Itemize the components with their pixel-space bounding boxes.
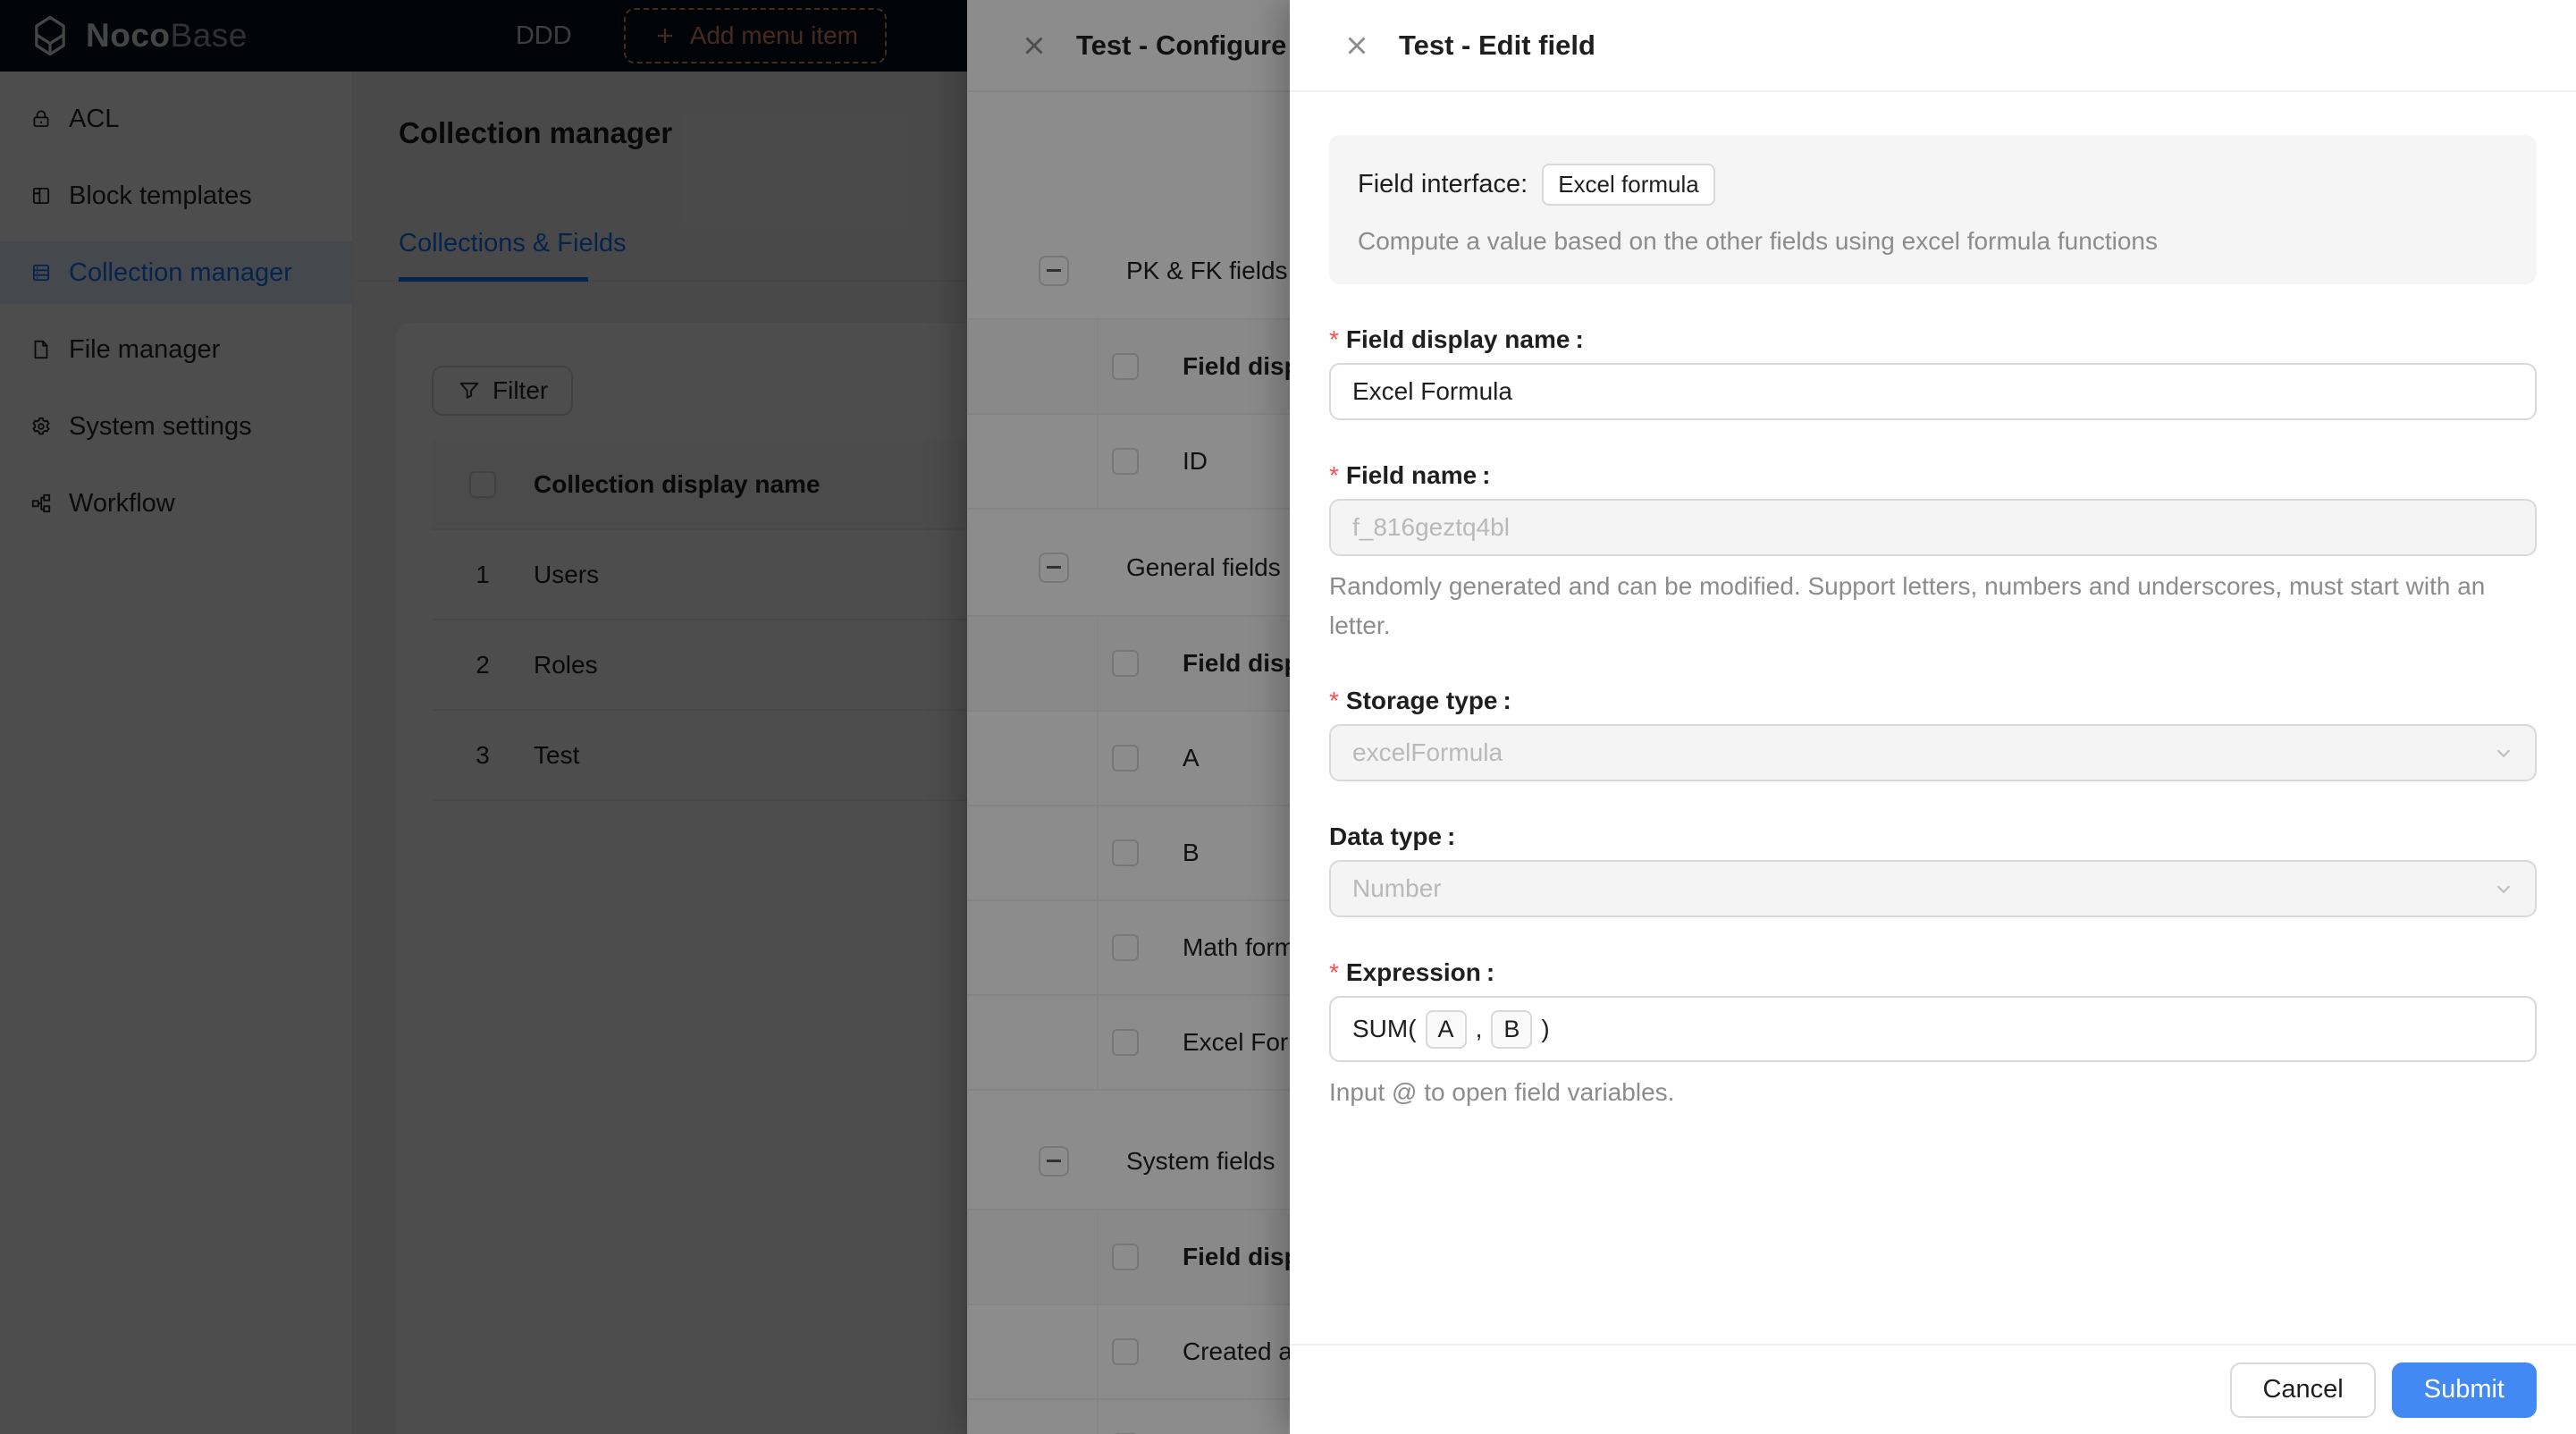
close-icon[interactable] bbox=[1342, 30, 1372, 61]
label-colon: : bbox=[1575, 325, 1583, 354]
field-label-row: *Storage type: bbox=[1329, 687, 2537, 715]
field-display-name-label: Field display name bbox=[1346, 325, 1570, 354]
field-interface-box: Field interface: Excel formula Compute a… bbox=[1329, 135, 2537, 284]
storage-type-label: Storage type bbox=[1346, 687, 1498, 715]
expression-input[interactable]: SUM( A, B) bbox=[1329, 996, 2537, 1062]
label-colon: : bbox=[1447, 822, 1455, 851]
field-label-row: *Field name: bbox=[1329, 461, 2537, 490]
drawer2-title: Test - Edit field bbox=[1399, 30, 1595, 62]
form-item-expression: *Expression: SUM( A, B) Input @ to open fiel… bbox=[1329, 958, 2537, 1112]
field-name-label: Field name bbox=[1346, 461, 1477, 490]
form-item-field-display-name: *Field display name: Excel Formula bbox=[1329, 325, 2537, 420]
expression-variable-tag[interactable]: B bbox=[1491, 1010, 1532, 1049]
field-label-row: Data type: bbox=[1329, 822, 2537, 851]
field-interface-tag: Excel formula bbox=[1542, 164, 1715, 206]
field-interface-label: Field interface: bbox=[1358, 170, 1528, 199]
field-interface-description: Compute a value based on the other field… bbox=[1358, 227, 2508, 256]
field-display-name-input[interactable]: Excel Formula bbox=[1329, 363, 2537, 420]
required-asterisk: * bbox=[1329, 325, 1339, 354]
data-type-label: Data type bbox=[1329, 822, 1442, 851]
expression-text: ) bbox=[1541, 1015, 1549, 1043]
required-asterisk: * bbox=[1329, 958, 1339, 987]
edit-field-drawer: Test - Edit field Field interface: Excel… bbox=[1290, 0, 2576, 1434]
expression-text: , bbox=[1476, 1015, 1483, 1043]
chevron-down-icon bbox=[2492, 877, 2515, 900]
expression-label: Expression bbox=[1346, 958, 1481, 987]
required-asterisk: * bbox=[1329, 461, 1339, 490]
cancel-button[interactable]: Cancel bbox=[2230, 1362, 2375, 1418]
form-item-field-name: *Field name: f_816geztq4bl Randomly genera… bbox=[1329, 461, 2537, 645]
field-name-input: f_816geztq4bl bbox=[1329, 499, 2537, 556]
form-item-data-type: Data type:Number bbox=[1329, 822, 2537, 917]
submit-button[interactable]: Submit bbox=[2392, 1362, 2537, 1418]
chevron-down-icon bbox=[2492, 741, 2515, 764]
field-name-help-text: Randomly generated and can be modified. … bbox=[1329, 567, 2530, 645]
label-colon: : bbox=[1482, 461, 1490, 490]
storage-type-value: excelFormula bbox=[1352, 738, 1503, 767]
form-item-storage-type: *Storage type:excelFormula bbox=[1329, 687, 2537, 781]
edit-field-form: Field interface: Excel formula Compute a… bbox=[1290, 92, 2576, 1344]
expression-help-text: Input @ to open field variables. bbox=[1329, 1073, 2530, 1112]
data-type-value: Number bbox=[1352, 874, 1442, 903]
drawer2-header: Test - Edit field bbox=[1290, 0, 2576, 92]
storage-type-select: excelFormula bbox=[1329, 724, 2537, 781]
field-label-row: *Expression: bbox=[1329, 958, 2537, 987]
form-items: *Field display name:Excel Formula*Field … bbox=[1329, 325, 2537, 1112]
label-colon: : bbox=[1503, 687, 1511, 715]
field-label-row: *Field display name: bbox=[1329, 325, 2537, 354]
app-screen: NocoBase DDD Add menu item ACLBlock temp… bbox=[0, 0, 2576, 1434]
expression-variable-tag[interactable]: A bbox=[1426, 1010, 1467, 1049]
required-asterisk: * bbox=[1329, 687, 1339, 715]
expression-text: SUM( bbox=[1352, 1015, 1417, 1043]
drawer2-footer: Cancel Submit bbox=[1290, 1344, 2576, 1434]
data-type-select: Number bbox=[1329, 860, 2537, 917]
label-colon: : bbox=[1486, 958, 1494, 987]
